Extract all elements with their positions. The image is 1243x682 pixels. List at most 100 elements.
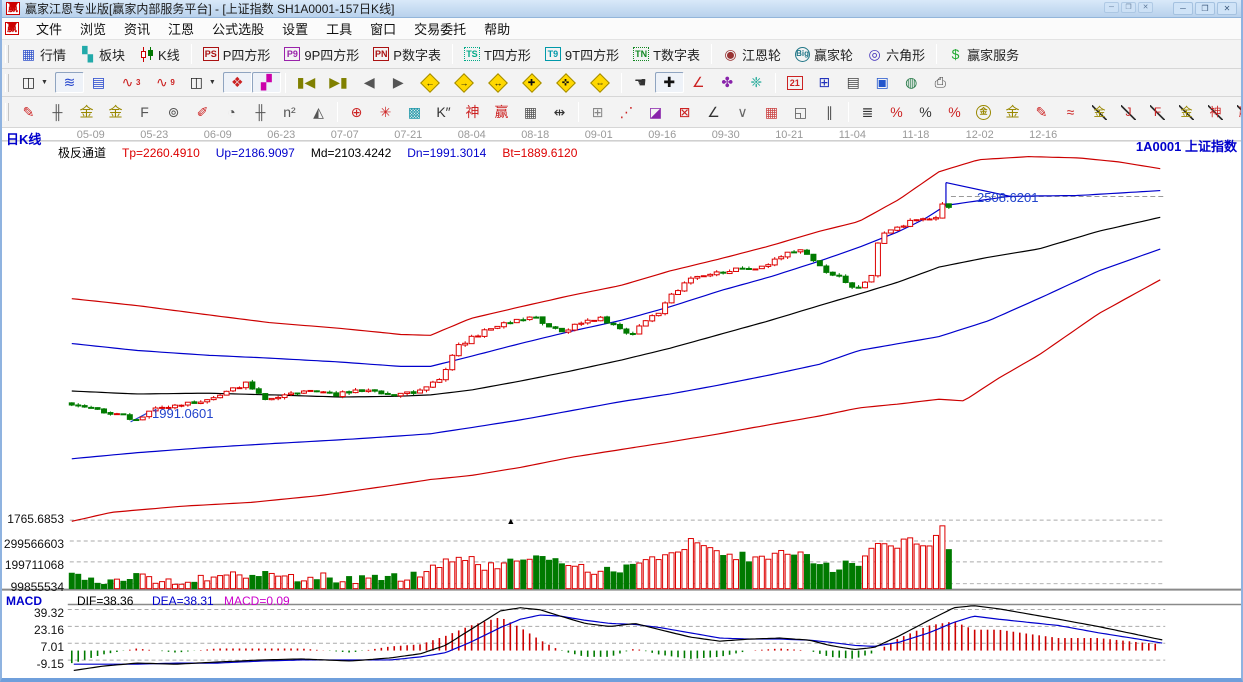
web-export-button[interactable]: ◍ xyxy=(897,72,926,93)
winner-service-button[interactable]: $ 赢家服务 xyxy=(941,42,1026,67)
last-bar-button[interactable]: ▶▮ xyxy=(322,72,354,93)
winner-wheel-button[interactable]: Big 赢家轮 xyxy=(788,42,860,67)
gann-tools-teal-button[interactable]: ❈ xyxy=(742,72,771,93)
j-diagonal-button[interactable]: J xyxy=(1114,102,1143,123)
wave-gold-button[interactable]: ≈ xyxy=(1056,102,1085,123)
gold-diagonal-button[interactable]: 金 xyxy=(1085,102,1114,123)
hexagon-button[interactable]: ◎ 六角形 xyxy=(860,42,932,67)
menu-item[interactable]: 资讯 xyxy=(115,17,159,40)
percent-red-button[interactable]: % xyxy=(940,102,969,123)
zoom-all-button[interactable]: ✜ xyxy=(549,71,583,95)
minimize-button[interactable]: ─ xyxy=(1173,2,1193,15)
ying-grid-button[interactable]: 赢 xyxy=(487,102,516,123)
menu-item[interactable]: 公式选股 xyxy=(203,17,273,40)
gann-tools-purple-button[interactable]: ✤ xyxy=(713,72,742,93)
candle-style-dropdown-button[interactable]: ◫ ▼ xyxy=(182,72,223,93)
calendar-21-button[interactable]: 21 xyxy=(780,73,810,93)
menu-item[interactable]: 设置 xyxy=(273,17,317,40)
crosshair-button[interactable]: ✚ xyxy=(654,72,684,93)
first-bar-button[interactable]: ▮◀ xyxy=(290,72,322,93)
menu-item[interactable]: 江恩 xyxy=(159,17,203,40)
t-square-button[interactable]: TS T四方形 xyxy=(457,42,538,67)
fan-box-purple-button[interactable]: ◪ xyxy=(641,102,670,123)
bar-spacing-button[interactable]: ⇹ xyxy=(545,102,574,123)
n-square-button[interactable]: n² xyxy=(275,102,304,123)
gann-fan-button[interactable]: ⋰ xyxy=(612,102,641,123)
gold-diagonal-2-button[interactable]: 金 xyxy=(1172,102,1201,123)
pan-hand-button[interactable]: ☚ xyxy=(626,72,655,93)
fan-box-red-button[interactable]: ⊠ xyxy=(670,102,699,123)
nine-p-square-button[interactable]: P9 9P四方形 xyxy=(277,42,366,67)
f-diagonal-button[interactable]: F xyxy=(1143,102,1172,123)
menu-item[interactable]: 浏览 xyxy=(71,17,115,40)
parallel-lines-button[interactable]: ∥ xyxy=(815,102,844,123)
restore-button[interactable]: ❐ xyxy=(1121,2,1136,13)
period-kline-dropdown-button[interactable]: ◫ ▼ xyxy=(14,72,55,93)
t-number-table-button[interactable]: TN T数字表 xyxy=(626,42,707,67)
print-button[interactable]: ⎙ xyxy=(926,72,955,93)
minimize-button[interactable]: ─ xyxy=(1104,2,1119,13)
menu-item[interactable]: 文件 xyxy=(27,17,71,40)
save-button[interactable]: ▣ xyxy=(868,72,897,93)
menu-item[interactable]: 工具 xyxy=(317,17,361,40)
nine-t-square-button[interactable]: T9 9T四方形 xyxy=(538,42,626,67)
gold-grid-b-button[interactable]: 金 xyxy=(101,102,130,123)
circle-cross-button[interactable]: ⊕ xyxy=(342,102,371,123)
gann-web-box-button[interactable]: ▩ xyxy=(400,102,429,123)
brush-button[interactable]: ✎ xyxy=(14,102,43,123)
gold-circle-button[interactable]: 金 xyxy=(969,102,998,123)
quotes-button[interactable]: ▦ 行情 xyxy=(14,42,73,67)
sectors-button[interactable]: ▚ 板块 xyxy=(73,42,132,67)
scroll-left-button[interactable]: ← xyxy=(413,71,447,95)
restore-button[interactable]: ❐ xyxy=(1195,2,1215,15)
p-square-button[interactable]: PS P四方形 xyxy=(196,42,278,67)
grid-123-button[interactable]: ▦ xyxy=(516,102,545,123)
angle-measure-button[interactable]: ∠ xyxy=(684,72,713,93)
next-bar-button[interactable]: ▶ xyxy=(384,72,413,93)
volume-distribution-button[interactable]: ▞ xyxy=(251,72,281,93)
shen-grid-button[interactable]: 神 xyxy=(458,102,487,123)
brush-flag-button[interactable]: ✎ xyxy=(1027,102,1056,123)
f-grid-button[interactable]: F xyxy=(130,102,159,123)
percent-button[interactable]: % xyxy=(911,102,940,123)
menu-item[interactable]: 窗口 xyxy=(361,17,405,40)
main-chart-toggle-button[interactable]: ≋ xyxy=(54,72,84,93)
ying-diagonal-button[interactable]: 赢 xyxy=(1230,102,1241,123)
gann-web-button[interactable]: ✳ xyxy=(371,102,400,123)
trend-angle-button[interactable]: ◭ xyxy=(304,102,333,123)
k-count-button[interactable]: K″ xyxy=(429,102,458,123)
gold-lines-button[interactable]: 金 xyxy=(998,102,1027,123)
gold-grid-a-button[interactable]: 金 xyxy=(72,102,101,123)
wave-9-segments-button[interactable]: ∿ 9 xyxy=(147,72,181,93)
pattern-overlay-button[interactable]: ❖ xyxy=(222,72,252,93)
info-panel-button[interactable]: ▤ xyxy=(84,72,113,93)
grid-red-button[interactable]: ▦ xyxy=(757,102,786,123)
menu-item[interactable]: 帮助 xyxy=(475,17,519,40)
box-select-button[interactable]: ⊞ xyxy=(583,102,612,123)
close-button[interactable]: ✕ xyxy=(1217,2,1237,15)
measure-pen-button[interactable]: ✐ xyxy=(188,102,217,123)
shen-diagonal-button[interactable]: 神 xyxy=(1201,102,1230,123)
fit-screen-button[interactable]: ⇔ xyxy=(583,71,617,95)
p-number-table-button[interactable]: PN P数字表 xyxy=(366,42,448,67)
calculator-button[interactable]: ⊞ xyxy=(810,72,839,93)
spiral-button[interactable]: ⊚ xyxy=(159,102,188,123)
line-density-button[interactable]: ╫ xyxy=(246,102,275,123)
percent-channel-button[interactable]: % xyxy=(882,102,911,123)
percent-lines-button[interactable]: ≣ xyxy=(853,102,882,123)
prev-bar-button[interactable]: ◀ xyxy=(355,72,384,93)
angle-lines-button[interactable]: ∠ xyxy=(699,102,728,123)
gann-ruler-button[interactable]: ╫ xyxy=(43,102,72,123)
time-circle-button[interactable]: ◔ xyxy=(217,102,246,123)
menu-item[interactable]: 交易委托 xyxy=(405,17,475,40)
wave-check-button[interactable]: ∨ xyxy=(728,102,757,123)
zoom-out-horizontal-button[interactable]: ↔ xyxy=(481,71,515,95)
grid-arrow-button[interactable]: ◱ xyxy=(786,102,815,123)
zoom-in-button[interactable]: ✚ xyxy=(515,71,549,95)
gann-wheel-button[interactable]: ◉ 江恩轮 xyxy=(716,42,788,67)
close-button[interactable]: ✕ xyxy=(1138,2,1153,13)
notes-button[interactable]: ▤ xyxy=(839,72,868,93)
scroll-right-button[interactable]: → xyxy=(447,71,481,95)
wave-3-segments-button[interactable]: ∿ 3 xyxy=(113,72,147,93)
kline-button[interactable]: K线 xyxy=(132,42,187,67)
